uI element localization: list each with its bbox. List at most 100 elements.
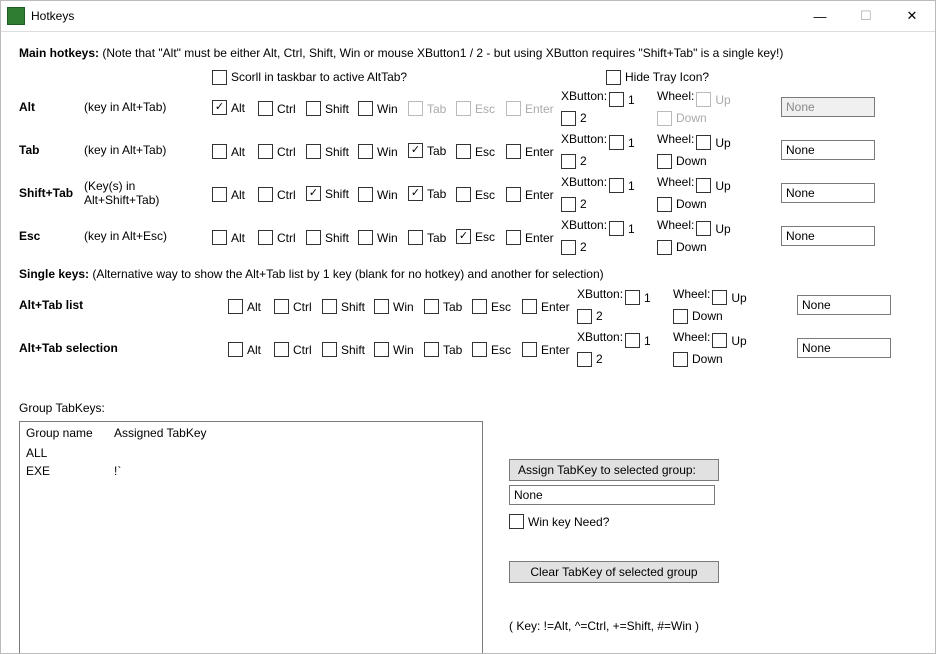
xbutton2-checkbox[interactable]: 2 — [561, 240, 587, 255]
extra-key-field[interactable]: None — [781, 226, 875, 246]
content-area: Main hotkeys: (Note that "Alt" must be e… — [1, 32, 935, 653]
single-keys-grid: Alt+Tab list Alt Ctrl Shift Win Tab Esc … — [19, 287, 917, 367]
esc-checkbox[interactable]: ✓Esc — [456, 229, 495, 244]
xbutton2-checkbox[interactable]: 2 — [561, 154, 587, 169]
assign-tabkey-field[interactable]: None — [509, 485, 715, 505]
ctrl-checkbox[interactable]: Ctrl — [274, 299, 312, 314]
wheel-up-checkbox[interactable]: Up — [696, 135, 730, 150]
row-subtitle: (Key(s) in Alt+Shift+Tab) — [84, 179, 159, 207]
wheel-up-checkbox[interactable]: Up — [696, 178, 730, 193]
single-row-1: Alt+Tab selection Alt Ctrl Shift Win Tab… — [19, 330, 917, 367]
ctrl-checkbox[interactable]: Ctrl — [258, 230, 296, 245]
win-checkbox[interactable]: Win — [358, 230, 398, 245]
alt-checkbox[interactable]: Alt — [228, 299, 261, 314]
extra-key-field[interactable]: None — [797, 338, 891, 358]
scroll-taskbar-checkbox[interactable]: Scorll in taskbar to active AltTab? — [212, 70, 407, 85]
shift-checkbox[interactable]: Shift — [306, 144, 349, 159]
esc-checkbox[interactable]: Esc — [456, 144, 495, 159]
win-checkbox[interactable]: Win — [358, 101, 398, 116]
hotkey-row-2: Shift+Tab (Key(s) in Alt+Shift+Tab) Alt … — [19, 175, 917, 212]
tab-checkbox[interactable]: ✓Tab — [408, 143, 446, 158]
esc-checkbox[interactable]: Esc — [472, 342, 511, 357]
titlebar: Hotkeys — ☐ ✕ — [1, 1, 935, 32]
win-checkbox[interactable]: Win — [358, 187, 398, 202]
esc-checkbox[interactable]: Esc — [456, 187, 495, 202]
xbutton2-checkbox[interactable]: 2 — [561, 111, 587, 126]
window-title: Hotkeys — [31, 9, 797, 23]
enter-checkbox[interactable]: Enter — [506, 230, 554, 245]
hotkey-row-0: Alt (key in Alt+Tab) ✓Alt Ctrl Shift Win… — [19, 89, 917, 126]
enter-checkbox[interactable]: Enter — [522, 342, 570, 357]
main-hotkeys-grid: Alt (key in Alt+Tab) ✓Alt Ctrl Shift Win… — [19, 89, 917, 255]
wheel-up-checkbox[interactable]: Up — [712, 290, 746, 305]
extra-key-field[interactable]: None — [781, 183, 875, 203]
shift-checkbox[interactable]: Shift — [306, 101, 349, 116]
ctrl-checkbox[interactable]: Ctrl — [258, 144, 296, 159]
group-row[interactable]: ALL — [20, 444, 482, 462]
close-button[interactable]: ✕ — [889, 1, 935, 31]
alt-checkbox[interactable]: ✓Alt — [212, 100, 245, 115]
minimize-button[interactable]: — — [797, 1, 843, 31]
clear-tabkey-button[interactable]: Clear TabKey of selected group — [509, 561, 719, 583]
wheel-down-checkbox[interactable]: Down — [657, 197, 707, 212]
win-checkbox[interactable]: Win — [374, 342, 414, 357]
extra-key-field[interactable]: None — [781, 140, 875, 160]
wheel-up-checkbox[interactable]: Up — [712, 333, 746, 348]
row-subtitle: (key in Alt+Tab) — [84, 100, 166, 114]
tab-checkbox[interactable]: Tab — [424, 342, 462, 357]
esc-checkbox[interactable]: Esc — [472, 299, 511, 314]
esc-checkbox: Esc — [456, 101, 495, 116]
row-name: Alt+Tab selection — [19, 341, 118, 355]
wheel-down-checkbox[interactable]: Down — [673, 352, 723, 367]
alt-checkbox[interactable]: Alt — [228, 342, 261, 357]
enter-checkbox[interactable]: Enter — [506, 144, 554, 159]
row-subtitle: (key in Alt+Esc) — [84, 229, 167, 243]
ctrl-checkbox[interactable]: Ctrl — [258, 187, 296, 202]
group-header-row: Group name Assigned TabKey — [20, 422, 482, 444]
ctrl-checkbox[interactable]: Ctrl — [258, 101, 296, 116]
extra-key-field: None — [781, 97, 875, 117]
group-list[interactable]: Group name Assigned TabKey ALLEXE!` — [19, 421, 483, 654]
hotkeys-window: Hotkeys — ☐ ✕ Main hotkeys: (Note that "… — [0, 0, 936, 654]
xbutton1-checkbox[interactable]: 1 — [609, 92, 635, 107]
row-name: Shift+Tab — [19, 186, 84, 200]
alt-checkbox[interactable]: Alt — [212, 230, 245, 245]
shift-checkbox[interactable]: ✓Shift — [306, 186, 349, 201]
main-hotkeys-label: Main hotkeys: — [19, 46, 99, 60]
top-options-row: Scorll in taskbar to active AltTab? Hide… — [19, 66, 917, 85]
xbutton2-checkbox[interactable]: 2 — [561, 197, 587, 212]
extra-key-field[interactable]: None — [797, 295, 891, 315]
tab-checkbox[interactable]: Tab — [424, 299, 462, 314]
xbutton1-checkbox[interactable]: 1 — [625, 290, 651, 305]
single-keys-label: Single keys: — [19, 267, 89, 281]
xbutton1-checkbox[interactable]: 1 — [609, 221, 635, 236]
shift-checkbox[interactable]: Shift — [322, 299, 365, 314]
xbutton1-checkbox[interactable]: 1 — [609, 135, 635, 150]
enter-checkbox[interactable]: Enter — [522, 299, 570, 314]
xbutton2-checkbox[interactable]: 2 — [577, 352, 603, 367]
wheel-down-checkbox[interactable]: Down — [657, 154, 707, 169]
row-subtitle: (key in Alt+Tab) — [84, 143, 166, 157]
win-checkbox[interactable]: Win — [374, 299, 414, 314]
shift-checkbox[interactable]: Shift — [306, 230, 349, 245]
ctrl-checkbox[interactable]: Ctrl — [274, 342, 312, 357]
group-row[interactable]: EXE!` — [20, 462, 482, 480]
xbutton2-checkbox[interactable]: 2 — [577, 309, 603, 324]
tab-checkbox[interactable]: ✓Tab — [408, 186, 446, 201]
win-checkbox[interactable]: Win — [358, 144, 398, 159]
system-buttons: — ☐ ✕ — [797, 1, 935, 31]
tab-checkbox[interactable]: Tab — [408, 230, 446, 245]
win-key-need-checkbox[interactable]: Win key Need? — [509, 514, 609, 529]
wheel-up-checkbox[interactable]: Up — [696, 221, 730, 236]
wheel-down-checkbox[interactable]: Down — [657, 240, 707, 255]
assign-tabkey-button[interactable]: Assign TabKey to selected group: — [509, 459, 719, 481]
xbutton1-checkbox[interactable]: 1 — [609, 178, 635, 193]
xbutton1-checkbox[interactable]: 1 — [625, 333, 651, 348]
wheel-up-checkbox: Up — [696, 92, 730, 107]
shift-checkbox[interactable]: Shift — [322, 342, 365, 357]
alt-checkbox[interactable]: Alt — [212, 187, 245, 202]
hide-tray-checkbox[interactable]: Hide Tray Icon? — [606, 70, 709, 85]
alt-checkbox[interactable]: Alt — [212, 144, 245, 159]
wheel-down-checkbox[interactable]: Down — [673, 309, 723, 324]
enter-checkbox[interactable]: Enter — [506, 187, 554, 202]
